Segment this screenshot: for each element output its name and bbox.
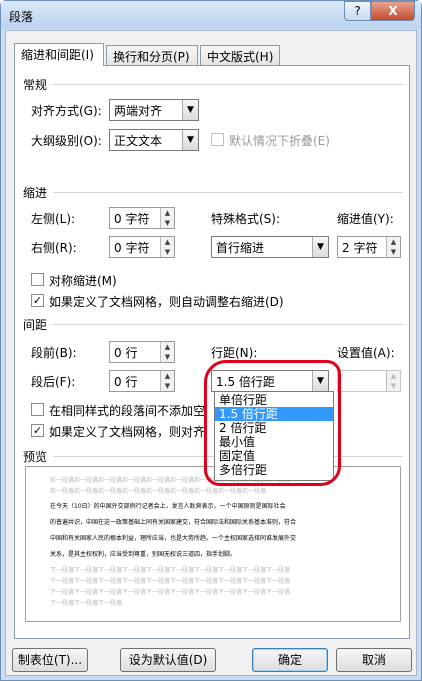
divider — [53, 324, 403, 325]
collapse-checkbox[interactable] — [211, 133, 224, 146]
preview-body-line: 的普遍共识，中国在这一政策基础上同有关国家建交，符合国际法和国际关系基本准则，符… — [50, 519, 297, 526]
spacing-before-label: 段前(B): — [31, 346, 77, 360]
tabs-button[interactable]: 制表位(T)... — [12, 648, 88, 672]
section-general-title: 常规 — [23, 78, 48, 92]
spacing-after-label: 段后(F): — [31, 375, 76, 389]
help-button[interactable]: ? — [344, 1, 371, 21]
window-title: 段落 — [9, 10, 34, 24]
preview-next-line: 下一段落下一段落下一段落下一段落下一段落下一段落下一段落下一段落下一段落下一段落 — [50, 578, 291, 585]
red-annotation-circle — [204, 360, 341, 486]
preview-next-line: 下一段落下一段落下一段落下一段落下一段落下一段落下一段落下一段落下一段落下一段落 — [50, 589, 291, 596]
preview-prev-line: 前一段落前一段落前一段落前一段落前一段落前一段落前一段落前一段落前一段落 — [50, 488, 267, 495]
preview-body-line: 中国和有关国家人民的根本利益，理所应当，也是大势所趋。一个主权国家选择同谁发展外… — [50, 535, 297, 542]
line-spacing-label: 行距(N): — [211, 346, 258, 360]
alignment-select[interactable]: 两端对齐 ▼ — [109, 99, 199, 121]
set-default-button[interactable]: 设为默认值(D) — [120, 648, 216, 672]
preview-box: 前一段落前一段落前一段落前一段落前一段落前一段落前一段落前一段落前一段落前一段落… — [25, 466, 401, 622]
preview-body-line: 关系，是其主权权利，应当受到尊重，别国无权说三道四，指手划脚。 — [50, 551, 237, 558]
alignment-label: 对齐方式(G): — [31, 104, 102, 118]
snap-to-grid-checkbox[interactable]: ✓ — [31, 424, 44, 437]
section-indent-title: 缩进 — [23, 186, 48, 200]
dialog-body: 缩进和间距(I) 换行和分页(P) 中文版式(H) 常规 对齐方式(G): 两端… — [5, 30, 417, 676]
spacing-before-value: 0 行 — [114, 346, 138, 360]
divider — [53, 192, 403, 193]
section-preview-title: 预览 — [23, 450, 48, 464]
alignment-value: 两端对齐 — [114, 104, 163, 118]
paragraph-dialog: 段落 ? X 缩进和间距(I) 换行和分页(P) 中文版式(H) 常规 对齐方式… — [0, 0, 422, 681]
preview-next-line: 下一段落下一段落下一段落 — [50, 600, 123, 607]
spinner-arrows-icon[interactable]: ▲ ▼ — [160, 208, 174, 228]
outline-level-select[interactable]: 正文文本 ▼ — [109, 129, 199, 151]
tab-line-page-breaks[interactable]: 换行和分页(P) — [106, 45, 198, 65]
tab-asian-typography[interactable]: 中文版式(H) — [200, 45, 280, 65]
spinner-arrows-icon[interactable]: ▲ ▼ — [386, 371, 400, 391]
no-space-same-style-label: 在相同样式的段落间不添加空 — [49, 404, 206, 418]
spacing-before-spinner[interactable]: 0 行 ▲ ▼ — [109, 341, 175, 363]
spacing-after-value: 0 行 — [114, 375, 138, 389]
section-spacing-title: 间距 — [23, 318, 48, 332]
chevron-down-icon[interactable]: ▼ — [182, 130, 198, 150]
snap-to-grid-label: 如果定义了文档网格，则对齐 — [49, 425, 206, 439]
outline-level-label: 大纲级别(O): — [31, 134, 102, 148]
indent-right-value: 0 字符 — [114, 241, 150, 255]
indent-right-spinner[interactable]: 0 字符 ▲ ▼ — [109, 236, 175, 258]
divider — [53, 84, 403, 85]
outline-level-value: 正文文本 — [114, 134, 163, 148]
spinner-arrows-icon[interactable]: ▲ ▼ — [160, 342, 174, 362]
chevron-down-icon[interactable]: ▼ — [312, 237, 328, 257]
spacing-at-spinner[interactable]: ▲ ▼ — [337, 370, 401, 392]
special-indent-value: 首行缩进 — [216, 241, 265, 255]
cancel-button[interactable]: 取消 — [336, 648, 412, 672]
ok-button[interactable]: 确定 — [252, 648, 328, 672]
auto-adjust-label: 如果定义了文档网格，则自动调整右缩进(D) — [49, 295, 284, 309]
indent-by-value: 2 字符 — [342, 241, 378, 255]
indent-right-label: 右侧(R): — [31, 241, 77, 255]
indent-by-spinner[interactable]: 2 字符 ▲ ▼ — [337, 236, 401, 258]
spinner-arrows-icon[interactable]: ▲ ▼ — [160, 237, 174, 257]
spacing-at-label: 设置值(A): — [337, 346, 395, 360]
preview-next-line: 下一段落下一段落下一段落下一段落下一段落下一段落下一段落下一段落下一段落下一段落 — [50, 567, 291, 574]
title-bar[interactable]: 段落 ? X — [1, 1, 421, 29]
preview-body-line: 在今天（10日）的中国外交部例行记者会上，发言人耿爽表示，一个中国原则是国际社会 — [50, 503, 286, 510]
spinner-arrows-icon[interactable]: ▲ ▼ — [386, 237, 400, 257]
indent-left-label: 左侧(L): — [31, 212, 76, 226]
mirror-indents-label: 对称缩进(M) — [49, 274, 117, 288]
tab-indents-spacing[interactable]: 缩进和间距(I) — [14, 43, 104, 66]
chevron-down-icon[interactable]: ▼ — [182, 100, 198, 120]
indent-left-spinner[interactable]: 0 字符 ▲ ▼ — [109, 207, 175, 229]
mirror-indents-checkbox[interactable] — [31, 273, 44, 286]
no-space-same-style-checkbox[interactable] — [31, 403, 44, 416]
special-indent-select[interactable]: 首行缩进 ▼ — [211, 236, 329, 258]
special-indent-label: 特殊格式(S): — [211, 212, 281, 226]
indent-by-label: 缩进值(Y): — [337, 212, 394, 226]
spacing-after-spinner[interactable]: 0 行 ▲ ▼ — [109, 370, 175, 392]
tab-panel: 常规 对齐方式(G): 两端对齐 ▼ 大纲级别(O): 正文文本 ▼ 默认情况下… — [14, 65, 410, 639]
close-button[interactable]: X — [371, 1, 415, 21]
auto-adjust-checkbox[interactable]: ✓ — [31, 294, 44, 307]
collapse-label: 默认情况下折叠(E) — [229, 134, 330, 148]
spinner-arrows-icon[interactable]: ▲ ▼ — [160, 371, 174, 391]
indent-left-value: 0 字符 — [114, 212, 150, 226]
